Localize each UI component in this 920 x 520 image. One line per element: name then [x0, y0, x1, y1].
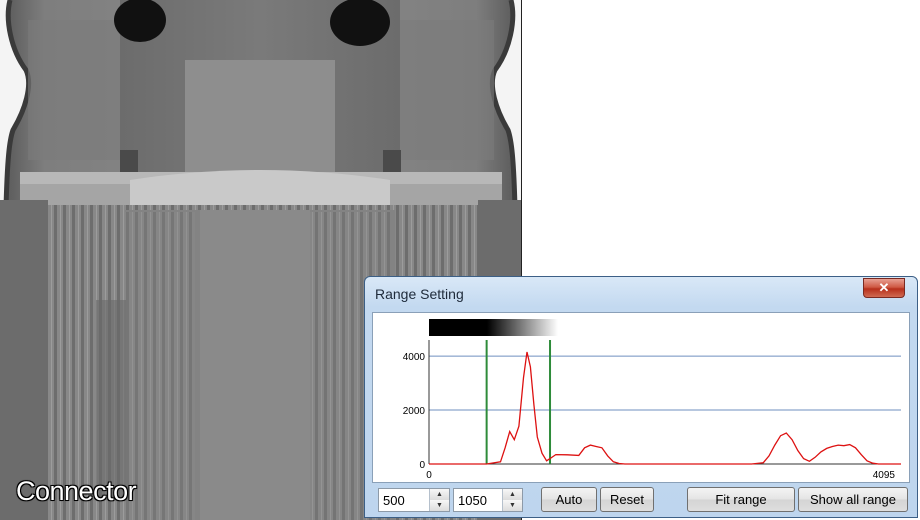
- low-value-input[interactable]: [379, 489, 429, 511]
- increment-icon[interactable]: ▲: [503, 489, 522, 500]
- fit-range-button[interactable]: Fit range: [687, 487, 795, 512]
- range-setting-dialog: Range Setting ✕ 0 2000 4000 0 4095 ▲ ▼: [364, 276, 918, 518]
- show-all-range-button[interactable]: Show all range: [798, 487, 908, 512]
- image-label: Connector: [16, 476, 137, 506]
- x-tick-label: 0: [426, 470, 432, 481]
- histogram-panel[interactable]: 0 2000 4000 0 4095: [372, 312, 910, 483]
- high-value-spin-arrows[interactable]: ▲ ▼: [502, 489, 522, 511]
- dialog-title: Range Setting: [375, 286, 464, 302]
- decrement-icon[interactable]: ▼: [430, 500, 449, 511]
- auto-button[interactable]: Auto: [541, 487, 597, 512]
- high-value-input[interactable]: [454, 489, 502, 511]
- low-value-stepper[interactable]: ▲ ▼: [378, 488, 450, 512]
- histogram-series-line: [429, 351, 901, 465]
- close-button[interactable]: ✕: [863, 278, 905, 298]
- high-value-stepper[interactable]: ▲ ▼: [453, 488, 523, 512]
- grayscale-bar: [429, 319, 559, 336]
- close-icon: ✕: [878, 280, 890, 295]
- y-tick-label: 4000: [403, 352, 426, 363]
- reset-button[interactable]: Reset: [600, 487, 654, 512]
- histogram-chart[interactable]: 0 2000 4000 0 4095: [373, 313, 909, 482]
- low-value-spin-arrows[interactable]: ▲ ▼: [429, 489, 449, 511]
- decrement-icon[interactable]: ▼: [503, 500, 522, 511]
- y-tick-label: 2000: [403, 406, 426, 417]
- x-tick-label: 4095: [873, 470, 896, 481]
- y-tick-label: 0: [419, 460, 425, 471]
- increment-icon[interactable]: ▲: [430, 489, 449, 500]
